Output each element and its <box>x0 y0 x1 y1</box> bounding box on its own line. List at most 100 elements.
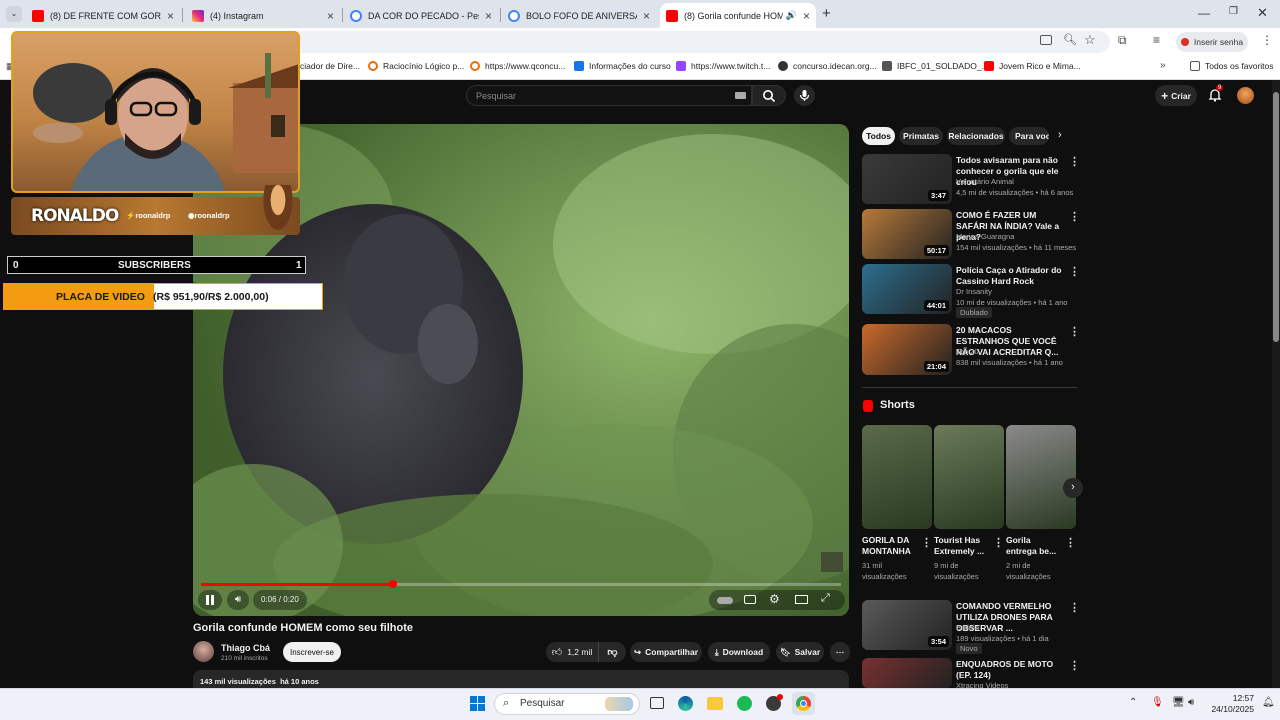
menu-icon[interactable]: ⋮ <box>1261 33 1273 47</box>
bookmark-5[interactable]: https://www.twitch.t... <box>676 61 770 71</box>
network-icon[interactable]: 🖥︎ <box>1172 697 1185 708</box>
microphone-icon[interactable]: 🎙︎ <box>1151 697 1164 708</box>
recommended-thumbnail[interactable]: 3:54 <box>862 600 952 650</box>
speaker-icon[interactable]: 🔊 <box>786 10 797 21</box>
scrollbar[interactable] <box>1272 80 1280 688</box>
notifications-button[interactable]: 9 <box>1208 85 1224 102</box>
chip-primates[interactable]: Primatas <box>899 127 943 145</box>
install-app-icon[interactable] <box>1040 35 1052 45</box>
recommended-thumbnail[interactable]: 50:17 <box>862 209 952 259</box>
autoplay-toggle[interactable] <box>717 597 733 604</box>
short-thumbnail[interactable] <box>1006 425 1076 529</box>
settings-icon[interactable]: ⚙ <box>769 592 780 606</box>
recommended-thumbnail[interactable]: 44:01 <box>862 264 952 314</box>
save-button[interactable]: 🔖︎ Salvar <box>776 642 824 662</box>
chip-for-you[interactable]: Para você <box>1009 127 1049 145</box>
more-options-icon[interactable]: ⋮ <box>1069 155 1080 168</box>
close-window-button[interactable]: ✕ <box>1257 5 1268 21</box>
dislike-button[interactable]: 👎︎ <box>598 642 626 662</box>
short-thumbnail[interactable] <box>934 425 1004 529</box>
bookmark-8[interactable]: Jovem Rico e Mima... <box>984 61 1081 71</box>
more-options-icon[interactable]: ⋮ <box>1065 536 1076 549</box>
tab-search-button[interactable]: ⌄ <box>6 6 22 22</box>
tab-4[interactable]: BOLO FOFO DE ANIVERSÁRIO - × <box>502 3 656 28</box>
more-options-icon[interactable]: ⋮ <box>1069 659 1080 672</box>
chrome-icon[interactable] <box>792 692 815 715</box>
obs-icon[interactable] <box>766 694 783 711</box>
scrollbar-thumb[interactable] <box>1273 92 1279 342</box>
recommended-channel[interactable]: Voluntário Animal <box>956 176 1014 187</box>
more-options-icon[interactable]: ⋮ <box>1069 601 1080 614</box>
close-icon[interactable]: × <box>485 9 492 23</box>
close-icon[interactable]: × <box>327 9 334 23</box>
search-input[interactable]: Pesquisar <box>466 85 752 106</box>
tab-1[interactable]: (8) DE FRENTE COM GORILAS N × <box>26 3 180 28</box>
fullscreen-icon[interactable]: ⤢ <box>821 592 830 605</box>
spotify-icon[interactable] <box>737 696 752 711</box>
short-title[interactable]: Gorila entrega be... <box>1006 535 1062 557</box>
recommended-title[interactable]: Polícia Caça o Atirador do Cassino Hard … <box>956 265 1066 287</box>
more-options-icon[interactable]: ⋮ <box>993 536 1004 549</box>
recommended-thumbnail[interactable]: 21:04 <box>862 324 952 375</box>
more-options-icon[interactable]: ⋮ <box>1069 325 1080 338</box>
search-button[interactable] <box>752 85 786 106</box>
recommended-channel[interactable]: Batiaia <box>956 622 979 633</box>
keyboard-icon[interactable] <box>735 92 746 99</box>
bookmark-3[interactable]: https://www.qconcu... <box>470 61 565 71</box>
description-box[interactable]: 143 mil visualizações há 10 anos <box>193 670 849 690</box>
shorts-next-button[interactable]: › <box>1063 478 1083 498</box>
bookmark-star-icon[interactable]: ☆ <box>1084 32 1096 48</box>
bookmark-2[interactable]: Raciocínio Lógico p... <box>368 61 464 71</box>
channel-avatar[interactable] <box>193 641 214 662</box>
bookmarks-overflow-icon[interactable]: » <box>1160 60 1166 71</box>
volume-icon[interactable]: 🔊︎ <box>1188 697 1194 708</box>
recommended-thumbnail[interactable]: 3:47 <box>862 154 952 204</box>
all-bookmarks[interactable]: Todos os favoritos <box>1190 61 1274 71</box>
bookmark-4[interactable]: Informações do curso <box>574 61 671 71</box>
recommended-channel[interactable]: Marina Guaragna <box>956 231 1014 242</box>
recommended-channel[interactable]: Dr Insanity <box>956 286 992 297</box>
short-thumbnail[interactable] <box>862 425 932 529</box>
more-options-icon[interactable]: ⋮ <box>921 536 932 549</box>
maximize-button[interactable]: ❐ <box>1229 6 1238 17</box>
file-explorer-icon[interactable] <box>707 697 723 710</box>
start-button[interactable] <box>470 696 485 711</box>
like-button[interactable]: 👍︎ 1,2 mil <box>546 642 598 662</box>
recommended-thumbnail[interactable] <box>862 658 952 688</box>
close-icon[interactable]: × <box>167 9 174 23</box>
close-icon[interactable]: × <box>803 9 810 23</box>
notification-bell-icon[interactable]: 🔔︎ <box>1262 697 1275 708</box>
password-button[interactable]: Inserir senha <box>1176 32 1248 52</box>
short-title[interactable]: Tourist Has Extremely ... <box>934 535 990 557</box>
extensions-icon[interactable]: ⧉ <box>1118 33 1127 48</box>
clock[interactable]: 12:57 24/10/2025 <box>1208 693 1254 715</box>
bookmark-1[interactable]: ciador de Dire... <box>300 61 360 71</box>
progress-track[interactable] <box>201 580 841 588</box>
tab-5-active[interactable]: (8) Gorila confunde HOMEM 🔊 × <box>660 3 816 28</box>
subscribe-button[interactable]: Inscrever-se <box>283 642 341 662</box>
new-tab-button[interactable]: + <box>822 5 831 22</box>
chip-all[interactable]: Todos <box>862 127 895 145</box>
reading-list-icon[interactable]: ≡ <box>1153 33 1160 47</box>
tab-2[interactable]: (4) Instagram × <box>186 3 340 28</box>
tab-3[interactable]: DA COR DO PECADO - Pesquisa × <box>344 3 498 28</box>
task-view-icon[interactable] <box>650 697 664 709</box>
theater-mode-icon[interactable] <box>795 595 808 604</box>
recommended-title[interactable]: ENQUADROS DE MOTO (EP. 124) <box>956 659 1068 681</box>
pause-button[interactable] <box>198 590 222 610</box>
voice-search-button[interactable] <box>794 85 815 106</box>
close-icon[interactable]: × <box>643 9 650 23</box>
short-title[interactable]: GORILA DA MONTANHA <box>862 535 918 557</box>
volume-button[interactable]: 🔊︎ <box>227 590 249 610</box>
progress-scrubber[interactable] <box>389 580 397 588</box>
more-options-icon[interactable]: ⋮ <box>1069 210 1080 223</box>
show-hidden-icons[interactable]: ⌃ <box>1129 697 1137 708</box>
chip-related[interactable]: Relacionados <box>947 127 1005 145</box>
share-button[interactable]: ↪ Compartilhar <box>630 642 702 662</box>
more-options-icon[interactable]: ⋮ <box>1069 265 1080 278</box>
recommended-channel[interactable]: Top 20 <box>956 346 979 357</box>
bookmark-6[interactable]: concurso.idecan.org... <box>778 61 877 71</box>
chevron-right-icon[interactable]: › <box>1058 129 1062 141</box>
taskbar-search[interactable]: ⌕ Pesquisar <box>494 693 640 715</box>
channel-name[interactable]: Thiago Cbá <box>221 643 270 653</box>
